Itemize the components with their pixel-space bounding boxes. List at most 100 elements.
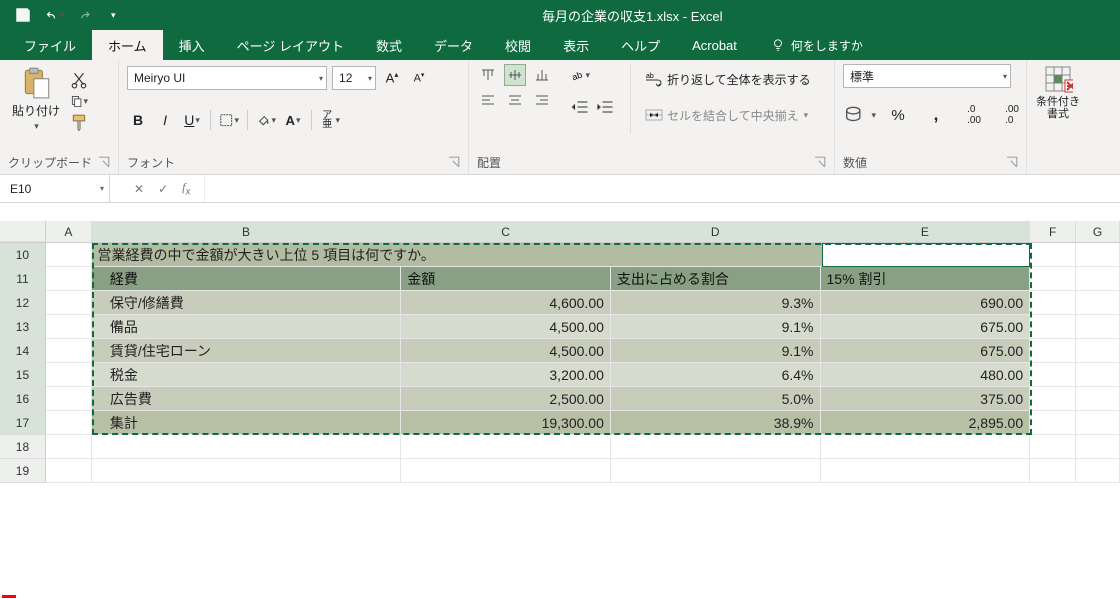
align-top-icon[interactable] bbox=[477, 64, 499, 86]
cell-A18[interactable] bbox=[46, 435, 92, 459]
undo-icon[interactable]: ▾ bbox=[46, 7, 64, 23]
row-header-12[interactable]: 12 bbox=[0, 291, 46, 315]
cell-B11[interactable]: 経費 bbox=[92, 267, 401, 291]
copy-icon[interactable]: ▾ bbox=[70, 93, 88, 109]
cell-A13[interactable] bbox=[46, 315, 92, 339]
cell-E17[interactable]: 2,895.00 bbox=[821, 411, 1031, 435]
cell-G14[interactable] bbox=[1076, 339, 1120, 363]
cell-F13[interactable] bbox=[1030, 315, 1076, 339]
cell-G11[interactable] bbox=[1076, 267, 1120, 291]
cell-G16[interactable] bbox=[1076, 387, 1120, 411]
cell-E18[interactable] bbox=[821, 435, 1031, 459]
cell-D11[interactable]: 支出に占める割合 bbox=[611, 267, 821, 291]
row-header-16[interactable]: 16 bbox=[0, 387, 46, 411]
align-bottom-icon[interactable] bbox=[531, 64, 553, 86]
tab-home[interactable]: ホーム bbox=[92, 30, 163, 60]
cell-D15[interactable]: 6.4% bbox=[611, 363, 821, 387]
cell-A19[interactable] bbox=[46, 459, 92, 483]
cell-C12[interactable]: 4,600.00 bbox=[401, 291, 611, 315]
cell-E13[interactable]: 675.00 bbox=[821, 315, 1031, 339]
redo-icon[interactable]: ▾ bbox=[78, 7, 96, 23]
tab-insert[interactable]: 挿入 bbox=[163, 30, 221, 60]
font-name-combo[interactable]: Meiryo UI▾ bbox=[127, 66, 327, 90]
col-header-D[interactable]: D bbox=[611, 221, 821, 242]
row-header-17[interactable]: 17 bbox=[0, 411, 46, 435]
paste-dropdown-icon[interactable]: ▾ bbox=[34, 121, 39, 132]
alignment-dialog-launcher-icon[interactable] bbox=[814, 156, 826, 168]
cell-G10[interactable] bbox=[1076, 243, 1120, 267]
increase-decimal-icon[interactable]: .0.00 bbox=[957, 102, 991, 128]
cell-D12[interactable]: 9.3% bbox=[611, 291, 821, 315]
col-header-E[interactable]: E bbox=[821, 221, 1031, 242]
cell-A15[interactable] bbox=[46, 363, 92, 387]
cell-F11[interactable] bbox=[1030, 267, 1076, 291]
tab-help[interactable]: ヘルプ bbox=[605, 30, 676, 60]
fill-color-icon[interactable]: ▾ bbox=[255, 109, 277, 131]
cell-E16[interactable]: 375.00 bbox=[821, 387, 1031, 411]
row-header-13[interactable]: 13 bbox=[0, 315, 46, 339]
clipboard-dialog-launcher-icon[interactable] bbox=[98, 156, 110, 168]
cell-B19[interactable] bbox=[92, 459, 401, 483]
cell-C18[interactable] bbox=[401, 435, 611, 459]
cell-F17[interactable] bbox=[1030, 411, 1076, 435]
fx-icon[interactable]: fx bbox=[182, 180, 190, 197]
underline-button[interactable]: U▾ bbox=[181, 109, 203, 131]
cell-D16[interactable]: 5.0% bbox=[611, 387, 821, 411]
increase-font-icon[interactable]: A▴ bbox=[381, 67, 403, 89]
align-middle-icon[interactable] bbox=[504, 64, 526, 86]
col-header-A[interactable]: A bbox=[46, 221, 92, 242]
align-right-icon[interactable] bbox=[531, 89, 553, 111]
cell-A10[interactable] bbox=[46, 243, 92, 267]
cell-F19[interactable] bbox=[1030, 459, 1076, 483]
cell-B12[interactable]: 保守/修繕費 bbox=[92, 291, 401, 315]
decrease-font-icon[interactable]: A▾ bbox=[408, 67, 430, 89]
cell-B15[interactable]: 税金 bbox=[92, 363, 401, 387]
row-header-11[interactable]: 11 bbox=[0, 267, 46, 291]
cell-A17[interactable] bbox=[46, 411, 92, 435]
cell-B17[interactable]: 集計 bbox=[92, 411, 401, 435]
save-icon[interactable] bbox=[14, 7, 32, 23]
tab-formulas[interactable]: 数式 bbox=[360, 30, 418, 60]
cell-G19[interactable] bbox=[1076, 459, 1120, 483]
cancel-formula-icon[interactable]: ✕ bbox=[134, 182, 144, 196]
tab-file[interactable]: ファイル bbox=[8, 30, 92, 60]
col-header-B[interactable]: B bbox=[92, 221, 401, 242]
tab-page-layout[interactable]: ページ レイアウト bbox=[221, 30, 360, 60]
font-color-icon[interactable]: A▾ bbox=[282, 109, 304, 131]
tell-me[interactable]: 何をしますか bbox=[771, 30, 863, 60]
cell-F10[interactable] bbox=[1030, 243, 1076, 267]
cell-D14[interactable]: 9.1% bbox=[611, 339, 821, 363]
col-header-F[interactable]: F bbox=[1030, 221, 1076, 242]
number-dialog-launcher-icon[interactable] bbox=[1006, 156, 1018, 168]
formula-input[interactable] bbox=[205, 175, 1120, 202]
cell-B13[interactable]: 備品 bbox=[92, 315, 401, 339]
tab-acrobat[interactable]: Acrobat bbox=[676, 30, 753, 60]
row-header-14[interactable]: 14 bbox=[0, 339, 46, 363]
cell-D13[interactable]: 9.1% bbox=[611, 315, 821, 339]
accounting-format-icon[interactable]: ▾ bbox=[843, 102, 877, 128]
cell-B16[interactable]: 広告費 bbox=[92, 387, 401, 411]
font-dialog-launcher-icon[interactable] bbox=[448, 156, 460, 168]
cell-E10[interactable] bbox=[822, 243, 1031, 267]
increase-indent-icon[interactable] bbox=[594, 96, 616, 118]
orientation-icon[interactable]: ab▾ bbox=[569, 64, 591, 86]
cell-A16[interactable] bbox=[46, 387, 92, 411]
cell-F14[interactable] bbox=[1030, 339, 1076, 363]
cell-B18[interactable] bbox=[92, 435, 401, 459]
cell-C14[interactable]: 4,500.00 bbox=[401, 339, 611, 363]
cell-B10[interactable]: 営業経費の中で金額が大きい上位 5 項目は何ですか。 bbox=[92, 243, 822, 267]
format-painter-icon[interactable] bbox=[70, 114, 88, 130]
row-header-10[interactable]: 10 bbox=[0, 243, 46, 267]
tab-review[interactable]: 校閲 bbox=[489, 30, 547, 60]
paste-button[interactable]: 貼り付け ▾ bbox=[8, 64, 64, 134]
row-header-18[interactable]: 18 bbox=[0, 435, 46, 459]
name-box[interactable]: E10▾ bbox=[0, 175, 110, 202]
bold-button[interactable]: B bbox=[127, 109, 149, 131]
cell-D18[interactable] bbox=[611, 435, 821, 459]
cell-C13[interactable]: 4,500.00 bbox=[401, 315, 611, 339]
decrease-decimal-icon[interactable]: .00.0 bbox=[995, 102, 1029, 128]
cell-D19[interactable] bbox=[611, 459, 821, 483]
number-format-combo[interactable]: 標準▾ bbox=[843, 64, 1011, 88]
italic-button[interactable]: I bbox=[154, 109, 176, 131]
cell-E15[interactable]: 480.00 bbox=[821, 363, 1031, 387]
